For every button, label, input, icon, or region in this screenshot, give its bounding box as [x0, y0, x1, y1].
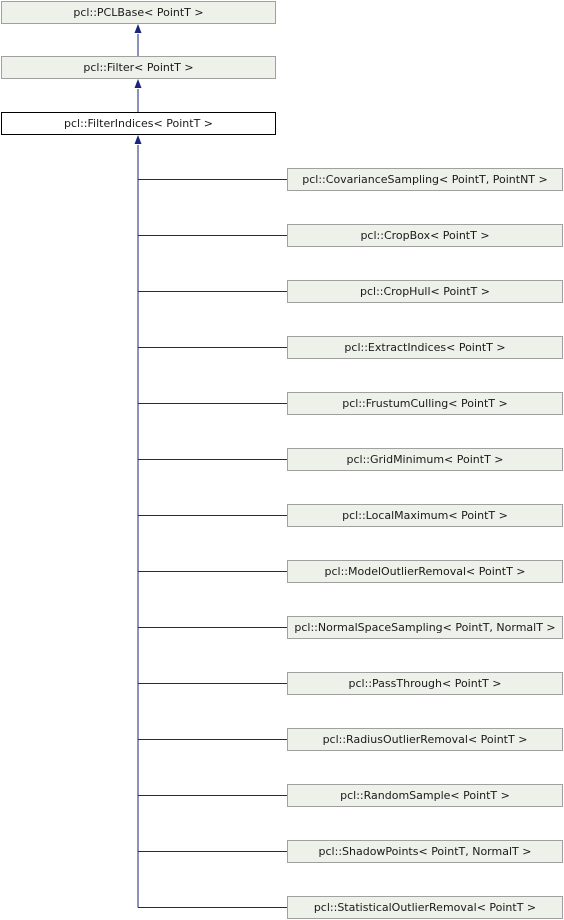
node-normalspacesampling[interactable]: pcl::NormalSpaceSampling< PointT, Normal… — [287, 616, 563, 639]
node-shadowpoints[interactable]: pcl::ShadowPoints< PointT, NormalT > — [287, 840, 563, 863]
node-crophull[interactable]: pcl::CropHull< PointT > — [287, 280, 563, 303]
node-localmaximum[interactable]: pcl::LocalMaximum< PointT > — [287, 504, 563, 527]
node-statisticaloutlierremoval[interactable]: pcl::StatisticalOutlierRemoval< PointT > — [287, 896, 563, 919]
node-gridminimum[interactable]: pcl::GridMinimum< PointT > — [287, 448, 563, 471]
inheritance-diagram: pcl::PCLBase< PointT > pcl::Filter< Poin… — [0, 0, 564, 920]
node-frustumculling[interactable]: pcl::FrustumCulling< PointT > — [287, 392, 563, 415]
node-pclbase[interactable]: pcl::PCLBase< PointT > — [1, 1, 276, 24]
arrowhead-filterindices — [134, 135, 142, 144]
node-filterindices: pcl::FilterIndices< PointT > — [1, 112, 276, 135]
node-radiusoutlierremoval[interactable]: pcl::RadiusOutlierRemoval< PointT > — [287, 728, 563, 751]
node-modeloutlierremoval[interactable]: pcl::ModelOutlierRemoval< PointT > — [287, 560, 563, 583]
node-randomsample[interactable]: pcl::RandomSample< PointT > — [287, 784, 563, 807]
arrowhead-pclbase — [134, 24, 142, 33]
arrowhead-filter — [134, 79, 142, 88]
node-filter[interactable]: pcl::Filter< PointT > — [1, 56, 276, 79]
node-extractindices[interactable]: pcl::ExtractIndices< PointT > — [287, 336, 563, 359]
node-cropbox[interactable]: pcl::CropBox< PointT > — [287, 224, 563, 247]
node-covariancesampling[interactable]: pcl::CovarianceSampling< PointT, PointNT… — [287, 168, 563, 191]
node-passthrough[interactable]: pcl::PassThrough< PointT > — [287, 672, 563, 695]
